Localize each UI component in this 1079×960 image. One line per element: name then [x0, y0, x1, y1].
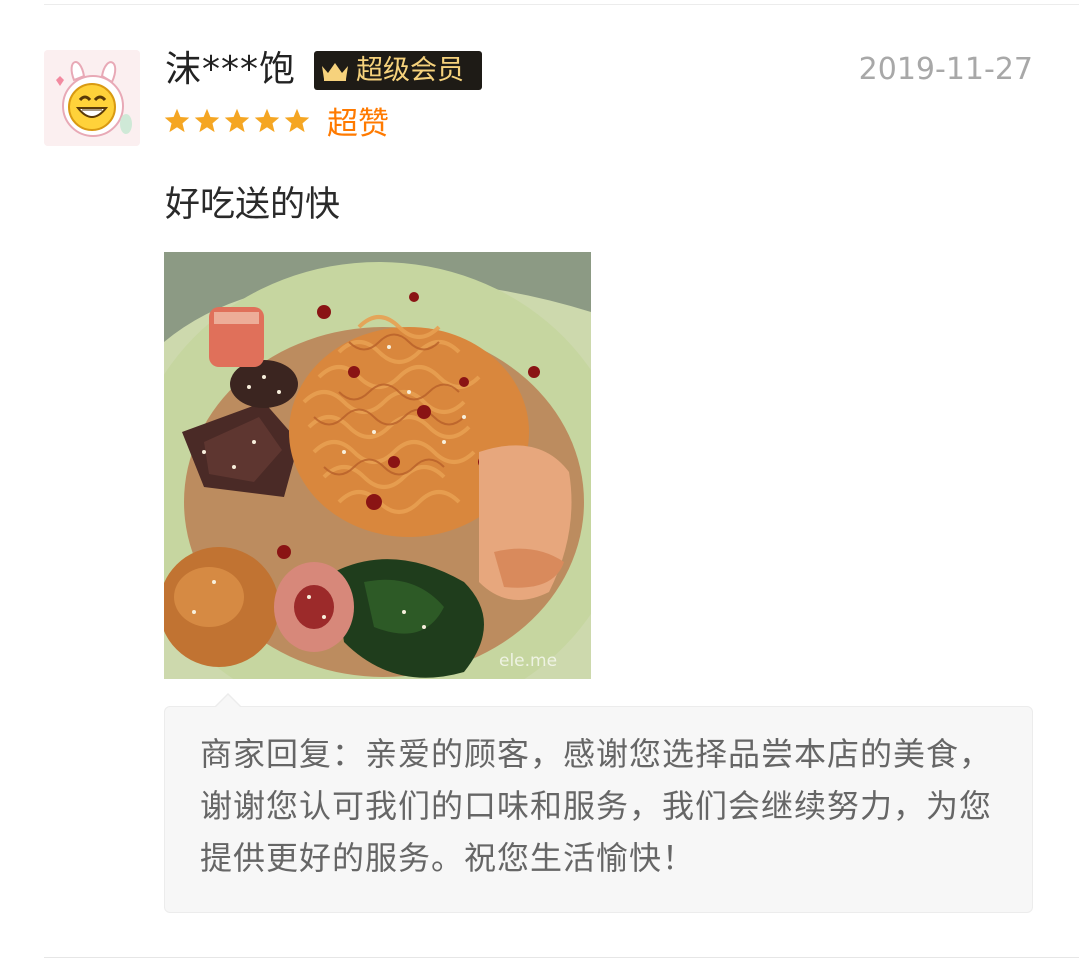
review-date: 2019-11-27: [858, 52, 1033, 87]
smiling-bunny-avatar-icon: [44, 50, 140, 146]
food-photo-image: ele.me: [164, 252, 591, 679]
star-icon: [254, 108, 280, 133]
merchant-reply-text: 商家回复：亲爱的顾客，感谢您选择品尝本店的美食，谢谢您认可我们的口味和服务，我们…: [200, 735, 993, 877]
username: 沫***饱: [165, 49, 297, 90]
divider-top: [44, 4, 1079, 5]
vip-label: 超级会员: [356, 55, 464, 86]
user-avatar[interactable]: [44, 50, 140, 146]
rating-label: 超赞: [327, 106, 389, 142]
vip-badge: 超级会员: [314, 51, 482, 90]
star-icon: [284, 108, 310, 133]
crown-icon: [322, 62, 348, 81]
review-photo[interactable]: ele.me: [164, 252, 591, 679]
photo-watermark: ele.me: [499, 651, 557, 671]
star-icon: [194, 108, 220, 133]
star-rating: [163, 107, 311, 135]
star-icon: [224, 108, 250, 133]
review-comment: 好吃送的快: [165, 185, 341, 225]
star-icon: [164, 108, 190, 133]
divider-bottom: [44, 957, 1079, 958]
review-card: 沫***饱 超级会员 2019-11-27 超赞 好吃送的快 ele.me 商家…: [0, 0, 1079, 960]
reply-arrow-fill: [215, 695, 241, 708]
